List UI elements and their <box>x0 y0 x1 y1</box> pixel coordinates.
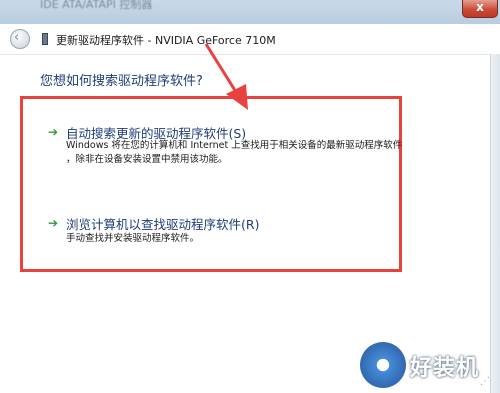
option-auto-search-desc-line2: ，除非在设备安装设置中禁用该功能。 <box>66 154 228 165</box>
watermark-text: 好装机 <box>410 356 480 381</box>
option-browse-computer-title[interactable]: 浏览计算机以查找驱动程序软件(R) <box>66 214 259 233</box>
resize-grip-icon[interactable]: ⋰ <box>480 376 490 387</box>
watermark-logo-icon <box>360 342 406 388</box>
option-browse-computer[interactable]: ➔ 浏览计算机以查找驱动程序软件(R) 手动查找并安装驱动程序软件。 <box>48 214 398 248</box>
green-arrow-icon: ➔ <box>48 125 59 139</box>
option-auto-search[interactable]: ➔ 自动搜索更新的驱动程序软件(S) Windows 将在您的计算机和 Inte… <box>48 123 402 171</box>
green-arrow-icon: ➔ <box>48 216 59 230</box>
window-right-edge <box>490 54 500 393</box>
option-auto-search-desc-line1: Windows 将在您的计算机和 Internet 上查找用于相关设备的最新驱动… <box>66 140 403 151</box>
option-browse-computer-desc: 手动查找并安装驱动程序软件。 <box>66 233 200 244</box>
